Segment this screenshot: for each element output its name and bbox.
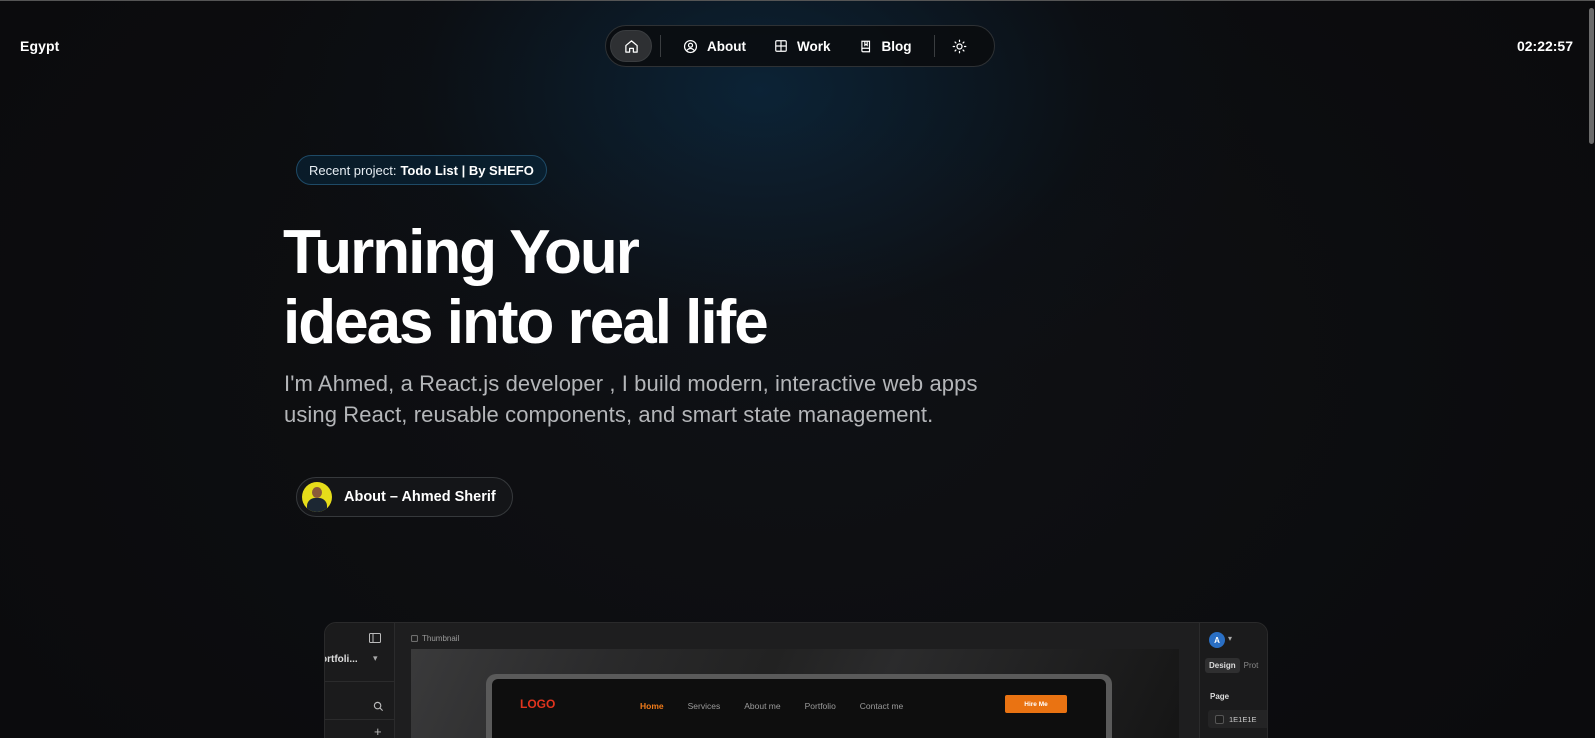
window-top-border: [0, 0, 1595, 1]
about-ahmed-button[interactable]: About – Ahmed Sherif: [296, 477, 513, 517]
sun-icon: [952, 39, 967, 53]
monitor-mockup: LOGO Home Services About me Portfolio Co…: [486, 674, 1112, 738]
badge-project-name: Todo List | By SHEFO: [400, 162, 534, 178]
about-button-label: About – Ahmed Sherif: [344, 489, 496, 505]
scrollbar-thumb[interactable]: [1589, 8, 1594, 144]
headline-line-1: Turning Your: [283, 218, 640, 287]
grid-icon: [775, 40, 787, 52]
sidebar-toggle-icon: [369, 633, 381, 643]
site-menu-item: Services: [687, 701, 721, 711]
nav-item-blog[interactable]: Blog: [845, 30, 926, 62]
top-navigation: About Work Blog: [605, 25, 995, 67]
preview-user-avatar: A: [1209, 632, 1225, 648]
badge-prefix: Recent project:: [309, 162, 397, 178]
nav-home-button[interactable]: [610, 30, 652, 62]
home-icon: [624, 39, 638, 53]
color-chip: [1215, 714, 1224, 724]
subtitle-line-2: using React, reusable components, and sm…: [284, 402, 934, 427]
subtitle-line-1: I'm Ahmed, a React.js developer , I buil…: [284, 371, 978, 396]
plus-icon: +: [374, 724, 382, 738]
nav-divider: [933, 35, 935, 57]
preview-project-name: ortfoli...: [324, 654, 358, 665]
site-hire-button: Hire Me: [1005, 695, 1067, 713]
nav-blog-label: Blog: [881, 38, 912, 54]
page-color-value: 1E1E1E: [1229, 714, 1257, 724]
monitor-screen: LOGO Home Services About me Portfolio Co…: [492, 679, 1106, 738]
site-menu-item: About me: [744, 701, 781, 711]
preview-tabs: Design Prot: [1205, 658, 1258, 673]
thumbnail-stage: LOGO Home Services About me Portfolio Co…: [411, 649, 1179, 738]
thumbnail-label-text: Thumbnail: [422, 634, 460, 643]
nav-item-about[interactable]: About: [669, 30, 760, 62]
tab-design: Design: [1205, 658, 1240, 673]
thumbnail-label: Thumbnail: [411, 634, 459, 643]
page-section-label: Page: [1210, 692, 1230, 701]
user-circle-icon: [683, 39, 698, 53]
recent-project-badge[interactable]: Recent project: Todo List | By SHEFO: [296, 155, 547, 185]
site-logo: LOGO: [520, 697, 556, 711]
theme-toggle-button[interactable]: [943, 30, 977, 62]
headline-line-2: ideas into real life: [283, 288, 769, 357]
preview-canvas: Thumbnail LOGO Home Services About me Po…: [395, 623, 1199, 738]
preview-left-panel: ortfoli... ▾ +: [325, 623, 395, 738]
nav-about-label: About: [707, 38, 746, 54]
page-color-swatch: 1E1E1E: [1208, 710, 1267, 728]
site-menu-item: Contact me: [859, 701, 904, 711]
frame-icon: [411, 635, 418, 642]
chevron-down-icon: ▾: [373, 653, 378, 663]
site-menu-item: Home: [640, 701, 664, 711]
preview-right-panel: A ▾ Design Prot Page 1E1E1E: [1199, 623, 1267, 738]
avatar: [302, 482, 332, 512]
hero-headline: Turning Your ideas into real life: [283, 218, 769, 358]
chevron-down-icon: ▾: [1228, 634, 1233, 643]
hero-subtitle: I'm Ahmed, a React.js developer , I buil…: [284, 368, 1074, 430]
site-menu: Home Services About me Portfolio Contact…: [640, 701, 903, 711]
tab-prototype: Prot: [1243, 661, 1259, 670]
clock: 02:22:57: [1516, 38, 1573, 54]
design-tool-preview: ortfoli... ▾ + Thumbnail LOGO Home Servi…: [324, 622, 1268, 738]
book-icon: [860, 40, 870, 52]
site-menu-item: Portfolio: [804, 701, 836, 711]
preview-divider: [325, 681, 395, 682]
search-icon: [373, 701, 384, 712]
nav-item-work[interactable]: Work: [760, 30, 845, 62]
nav-work-label: Work: [796, 38, 831, 54]
preview-divider: [325, 719, 395, 720]
location-label: Egypt: [20, 38, 60, 54]
nav-divider: [660, 35, 661, 57]
